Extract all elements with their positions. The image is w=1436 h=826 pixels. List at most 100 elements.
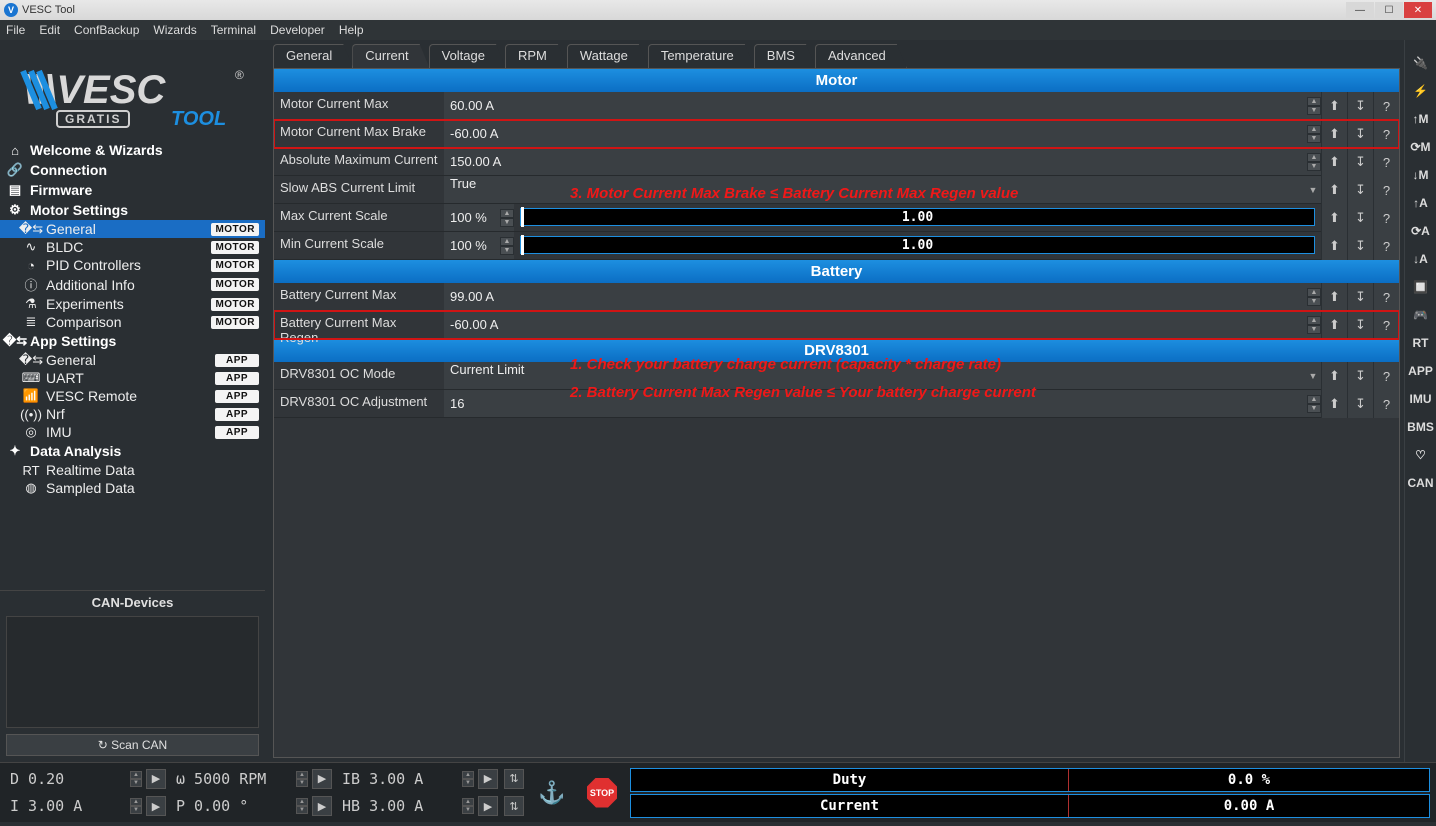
value-input[interactable]: [444, 283, 1307, 310]
upload-icon[interactable]: ⬆: [1321, 204, 1347, 232]
help-icon[interactable]: ?: [1373, 148, 1399, 176]
help-icon[interactable]: ?: [1373, 92, 1399, 120]
nav-item-general[interactable]: �⇆GeneralAPP: [0, 351, 265, 369]
help-icon[interactable]: ?: [1373, 311, 1399, 339]
nav-item-imu[interactable]: ◎IMUAPP: [0, 423, 265, 441]
read-icon[interactable]: ↧: [1347, 390, 1373, 418]
menu-terminal[interactable]: Terminal: [211, 23, 256, 37]
read-icon[interactable]: ↧: [1347, 362, 1373, 390]
tab-temperature[interactable]: Temperature: [648, 44, 755, 68]
help-icon[interactable]: ?: [1373, 390, 1399, 418]
scan-can-button[interactable]: ↻ Scan CAN: [6, 734, 259, 756]
toolbar-button-8[interactable]: 🔲: [1410, 276, 1432, 298]
upload-icon[interactable]: ⬆: [1321, 148, 1347, 176]
value-input[interactable]: [444, 232, 500, 259]
nav-item-additional-info[interactable]: ⓘAdditional InfoMOTOR: [0, 274, 265, 295]
play-icon[interactable]: ▶: [478, 796, 498, 816]
help-icon[interactable]: ?: [1373, 204, 1399, 232]
nav-item-comparison[interactable]: ≣ComparisonMOTOR: [0, 313, 265, 331]
toolbar-button-14[interactable]: ♡: [1410, 444, 1432, 466]
nav-group-firmware[interactable]: ▤Firmware: [0, 180, 265, 200]
spinner[interactable]: ▲▼: [1307, 125, 1321, 143]
nav-item-bldc[interactable]: ∿BLDCMOTOR: [0, 238, 265, 256]
dropdown[interactable]: True▼: [444, 176, 1321, 203]
play-icon[interactable]: ▶: [146, 769, 166, 789]
upload-icon[interactable]: ⬆: [1321, 390, 1347, 418]
spinner[interactable]: ▲▼: [1307, 316, 1321, 334]
spinner[interactable]: ▲▼: [1307, 153, 1321, 171]
tab-current[interactable]: Current: [352, 44, 429, 68]
toolbar-button-6[interactable]: ⟳A: [1410, 220, 1432, 242]
toolbar-button-1[interactable]: ⚡: [1410, 80, 1432, 102]
nav-item-vesc-remote[interactable]: 📶VESC RemoteAPP: [0, 387, 265, 405]
help-icon[interactable]: ?: [1373, 232, 1399, 260]
spinner[interactable]: ▲▼: [130, 771, 142, 787]
help-icon[interactable]: ?: [1373, 176, 1399, 204]
nav-item-uart[interactable]: ⌨UARTAPP: [0, 369, 265, 387]
maximize-button[interactable]: ☐: [1375, 2, 1403, 18]
spinner[interactable]: ▲▼: [462, 798, 474, 814]
nav-item-realtime-data[interactable]: RTRealtime Data: [0, 461, 265, 479]
nav-item-general[interactable]: �⇆GeneralMOTOR: [0, 220, 265, 238]
status-link-icon[interactable]: ⇅: [504, 769, 524, 789]
toolbar-button-15[interactable]: CAN: [1410, 472, 1432, 494]
help-icon[interactable]: ?: [1373, 362, 1399, 390]
read-icon[interactable]: ↧: [1347, 148, 1373, 176]
nav-item-sampled-data[interactable]: ◍Sampled Data: [0, 479, 265, 497]
spinner[interactable]: ▲▼: [462, 771, 474, 787]
anchor-button[interactable]: ⚓: [530, 767, 574, 818]
read-icon[interactable]: ↧: [1347, 120, 1373, 148]
upload-icon[interactable]: ⬆: [1321, 176, 1347, 204]
toolbar-button-4[interactable]: ↓M: [1410, 164, 1432, 186]
nav-group-data-analysis[interactable]: ✦Data Analysis: [0, 441, 265, 461]
menu-confbackup[interactable]: ConfBackup: [74, 23, 139, 37]
play-icon[interactable]: ▶: [478, 769, 498, 789]
nav-group-connection[interactable]: 🔗Connection: [0, 160, 265, 180]
read-icon[interactable]: ↧: [1347, 176, 1373, 204]
play-icon[interactable]: ▶: [312, 796, 332, 816]
close-button[interactable]: ✕: [1404, 2, 1432, 18]
nav-item-pid-controllers[interactable]: ◔PID ControllersMOTOR: [0, 256, 265, 274]
upload-icon[interactable]: ⬆: [1321, 311, 1347, 339]
slider[interactable]: 1.00: [520, 208, 1315, 226]
upload-icon[interactable]: ⬆: [1321, 92, 1347, 120]
stop-button[interactable]: STOP: [580, 767, 624, 818]
toolbar-button-7[interactable]: ↓A: [1410, 248, 1432, 270]
tab-bms[interactable]: BMS: [754, 44, 816, 68]
nav-group-motor-settings[interactable]: ⚙Motor Settings: [0, 200, 265, 220]
minimize-button[interactable]: —: [1346, 2, 1374, 18]
spinner[interactable]: ▲▼: [500, 209, 514, 227]
spinner[interactable]: ▲▼: [500, 237, 514, 255]
read-icon[interactable]: ↧: [1347, 92, 1373, 120]
status-link-icon-2[interactable]: ⇅: [504, 796, 524, 816]
read-icon[interactable]: ↧: [1347, 204, 1373, 232]
toolbar-button-0[interactable]: 🔌: [1410, 52, 1432, 74]
toolbar-button-2[interactable]: ↑M: [1410, 108, 1432, 130]
menu-help[interactable]: Help: [339, 23, 364, 37]
play-icon[interactable]: ▶: [312, 769, 332, 789]
menu-edit[interactable]: Edit: [39, 23, 60, 37]
read-icon[interactable]: ↧: [1347, 232, 1373, 260]
nav-group-welcome-wizards[interactable]: ⌂Welcome & Wizards: [0, 140, 265, 160]
spinner[interactable]: ▲▼: [296, 798, 308, 814]
toolbar-button-12[interactable]: IMU: [1410, 388, 1432, 410]
menu-wizards[interactable]: Wizards: [153, 23, 196, 37]
tab-wattage[interactable]: Wattage: [567, 44, 649, 68]
spinner[interactable]: ▲▼: [296, 771, 308, 787]
dropdown[interactable]: Current Limit▼: [444, 362, 1321, 389]
spinner[interactable]: ▲▼: [1307, 288, 1321, 306]
toolbar-button-13[interactable]: BMS: [1410, 416, 1432, 438]
toolbar-button-9[interactable]: 🎮: [1410, 304, 1432, 326]
tab-voltage[interactable]: Voltage: [429, 44, 506, 68]
upload-icon[interactable]: ⬆: [1321, 362, 1347, 390]
nav-group-app-settings[interactable]: �⇆App Settings: [0, 331, 265, 351]
help-icon[interactable]: ?: [1373, 120, 1399, 148]
upload-icon[interactable]: ⬆: [1321, 283, 1347, 311]
slider[interactable]: 1.00: [520, 236, 1315, 254]
nav-item-nrf[interactable]: ((•))NrfAPP: [0, 405, 265, 423]
help-icon[interactable]: ?: [1373, 283, 1399, 311]
tab-advanced[interactable]: Advanced: [815, 44, 907, 68]
upload-icon[interactable]: ⬆: [1321, 232, 1347, 260]
spinner[interactable]: ▲▼: [1307, 395, 1321, 413]
play-icon[interactable]: ▶: [146, 796, 166, 816]
